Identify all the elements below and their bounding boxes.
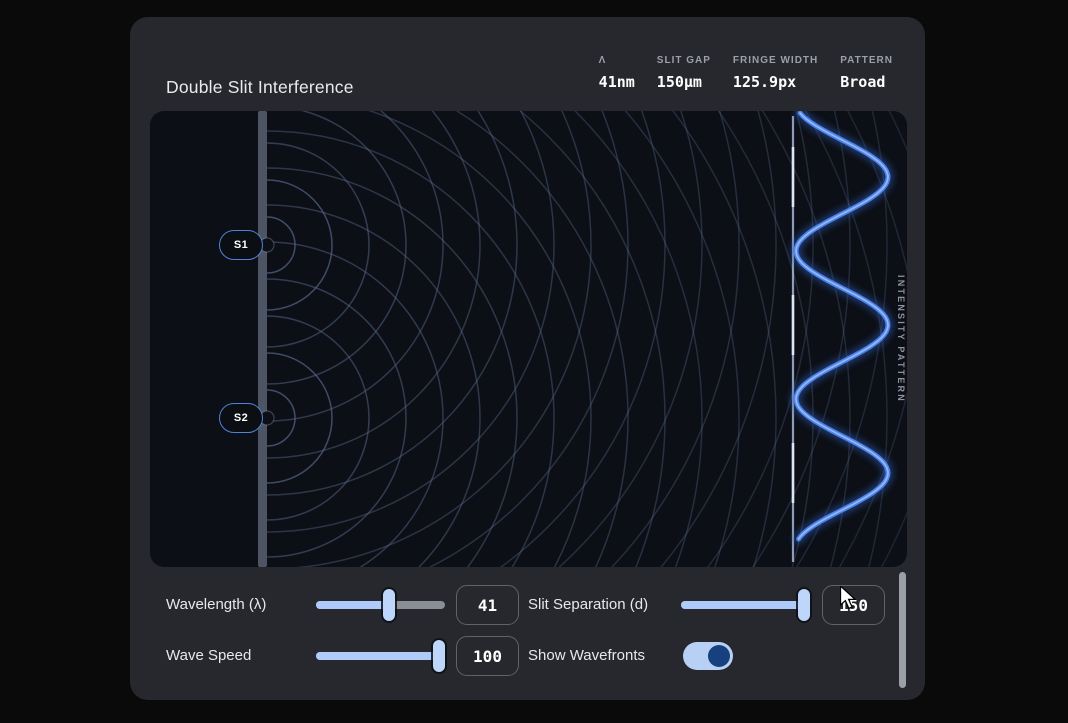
wavelength-value-box[interactable]: 41	[456, 585, 519, 625]
show-wavefronts-toggle[interactable]	[683, 642, 733, 670]
simulator-card: Double Slit Interference Λ 41nm SLIT GAP…	[130, 17, 925, 700]
show-wavefronts-label: Show Wavefronts	[528, 636, 645, 676]
stat-wavelength: Λ 41nm	[599, 55, 635, 91]
controls-scrollbar[interactable]	[899, 572, 906, 688]
controls-row-1: Wavelength (λ) 41 Slit Separation (d) 15…	[130, 585, 925, 625]
show-wavefronts-toggle-knob[interactable]	[708, 645, 730, 667]
intensity-pattern-label: INTENSITY PATTERN	[896, 275, 906, 403]
page-title: Double Slit Interference	[166, 77, 354, 98]
stat-value-pattern: Broad	[840, 73, 893, 91]
stat-value-slit-gap: 150μm	[657, 73, 711, 91]
wavelength-slider[interactable]	[316, 585, 445, 625]
stat-pattern: PATTERN Broad	[840, 55, 893, 91]
slit-label-s2[interactable]: S2	[219, 403, 263, 433]
barrier	[258, 111, 267, 567]
mouse-cursor	[840, 586, 857, 610]
app-window: Double Slit Interference Λ 41nm SLIT GAP…	[0, 0, 1068, 723]
stat-label-lambda: Λ	[599, 55, 635, 66]
stat-label-fringe-width: FRINGE WIDTH	[733, 55, 818, 66]
slit-separation-slider-fill	[681, 601, 810, 609]
stats-bar: Λ 41nm SLIT GAP 150μm FRINGE WIDTH 125.9…	[599, 55, 893, 91]
wavelength-slider-thumb[interactable]	[383, 589, 395, 621]
slit-separation-slider[interactable]	[681, 585, 810, 625]
slit-label-s1[interactable]: S1	[219, 230, 263, 260]
stat-label-slit-gap: SLIT GAP	[657, 55, 711, 66]
simulation-canvas: S1 S2 INTENSITY PATTERN	[150, 111, 907, 567]
slit-separation-slider-thumb[interactable]	[798, 589, 810, 621]
stat-value-lambda: 41nm	[599, 73, 635, 91]
wave-speed-value-box[interactable]: 100	[456, 636, 519, 676]
controls-row-2: Wave Speed 100 Show Wavefronts	[130, 636, 925, 676]
stat-label-pattern: PATTERN	[840, 55, 893, 66]
slit-separation-label: Slit Separation (d)	[528, 585, 648, 625]
controls-panel: Wavelength (λ) 41 Slit Separation (d) 15…	[130, 567, 925, 700]
wave-speed-slider-fill	[316, 652, 445, 660]
wave-speed-slider-thumb[interactable]	[433, 640, 445, 672]
stat-value-fringe-width: 125.9px	[733, 73, 818, 91]
wave-speed-label: Wave Speed	[166, 636, 251, 676]
wavelength-slider-fill	[316, 601, 390, 609]
simulation-svg	[150, 111, 907, 567]
stat-fringe-width: FRINGE WIDTH 125.9px	[733, 55, 818, 91]
stat-slit-gap: SLIT GAP 150μm	[657, 55, 711, 91]
wavelength-label: Wavelength (λ)	[166, 585, 266, 625]
wave-speed-slider[interactable]	[316, 636, 445, 676]
